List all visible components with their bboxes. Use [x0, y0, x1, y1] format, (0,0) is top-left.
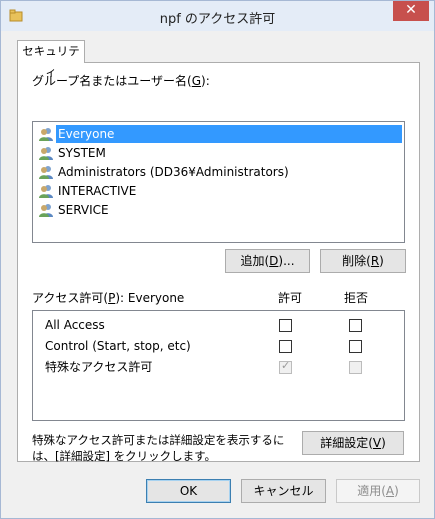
permissions-label: アクセス許可(P): Everyone [32, 289, 184, 306]
user-list-item-label: SERVICE [58, 203, 109, 217]
add-button[interactable]: 追加(D)... [225, 249, 310, 273]
ok-button[interactable]: OK [146, 479, 231, 503]
deny-column-header: 拒否 [344, 291, 369, 305]
deny-checkbox[interactable] [349, 319, 362, 332]
users-group-icon [38, 126, 54, 142]
advanced-button-label-end: ) [381, 436, 386, 450]
close-button[interactable]: ✕ [393, 1, 429, 21]
user-list-item-label: Everyone [56, 125, 402, 143]
permissions-dialog: npf のアクセス許可 ✕ セキュリティ グループ名またはユーザー名(G): E… [0, 0, 435, 519]
user-list-item[interactable]: INTERACTIVE [38, 182, 404, 200]
users-group-icon [38, 145, 54, 161]
hint-text-line2: は、[詳細設定] をクリックします。 [32, 449, 216, 463]
user-list-item[interactable]: SYSTEM [38, 144, 404, 162]
window-title: npf のアクセス許可 [159, 12, 276, 27]
user-list-item-label: Administrators (DD36¥Administrators) [58, 165, 289, 179]
allow-checkbox[interactable] [279, 319, 292, 332]
add-button-label: 追加( [240, 254, 270, 268]
apply-button-label: 適用( [357, 484, 386, 498]
user-list-item-label: INTERACTIVE [58, 184, 137, 198]
users-group-icon [38, 202, 54, 218]
hint-text-line1: 特殊なアクセス許可または詳細設定を表示するに [32, 433, 285, 447]
allow-column-header: 許可 [278, 291, 303, 305]
users-group-icon [38, 164, 54, 180]
deny-checkbox [349, 361, 362, 374]
remove-button[interactable]: 削除(R) [320, 249, 406, 273]
dialog-body: セキュリティ グループ名またはユーザー名(G): Everyone SYSTEM A… [1, 31, 434, 518]
users-list-label-end: ): [201, 74, 210, 88]
remove-button-accel: R [370, 254, 380, 268]
permissions-list: All Access Control (Start, stop, etc) 特殊なア… [32, 310, 405, 421]
user-list-item-label: SYSTEM [58, 146, 106, 160]
user-list-item[interactable]: Everyone [38, 125, 404, 143]
title-bar[interactable]: npf のアクセス許可 ✕ [1, 1, 434, 31]
deny-checkbox[interactable] [349, 340, 362, 353]
security-tab-panel: グループ名またはユーザー名(G): Everyone SYSTEM Administ… [17, 62, 420, 463]
user-list-item[interactable]: SERVICE [38, 201, 404, 219]
checkmark-icon: ✓ [281, 359, 291, 372]
advanced-button-label: 詳細設定( [320, 436, 373, 450]
users-list-label: グループ名またはユーザー名(G): [32, 72, 210, 89]
permission-name: 特殊なアクセス許可 [45, 360, 153, 374]
users-list[interactable]: Everyone SYSTEM Administrators (DD36¥Admin… [32, 121, 405, 243]
user-list-item[interactable]: Administrators (DD36¥Administrators) [38, 163, 404, 181]
cancel-button[interactable]: キャンセル [241, 479, 326, 503]
users-group-icon [38, 183, 54, 199]
permissions-label-end: ): Everyone [115, 291, 185, 305]
allow-checkbox: ✓ [279, 359, 292, 374]
permission-name: Control (Start, stop, etc) [45, 339, 191, 353]
apply-button[interactable]: 適用(A) [336, 479, 420, 503]
add-button-label-end: )... [278, 254, 295, 268]
permissions-label-text: アクセス許可( [32, 291, 109, 305]
users-list-accel: G [191, 74, 202, 88]
apply-button-label-end: ) [394, 484, 399, 498]
allow-checkbox[interactable] [279, 340, 292, 353]
apply-button-accel: A [385, 484, 395, 498]
tab-security[interactable]: セキュリティ [17, 40, 85, 79]
advanced-button-accel: V [372, 436, 382, 450]
permission-name: All Access [45, 318, 105, 332]
remove-button-label: 削除( [342, 254, 371, 268]
advanced-button[interactable]: 詳細設定(V) [302, 431, 404, 455]
remove-button-label-end: ) [379, 254, 384, 268]
